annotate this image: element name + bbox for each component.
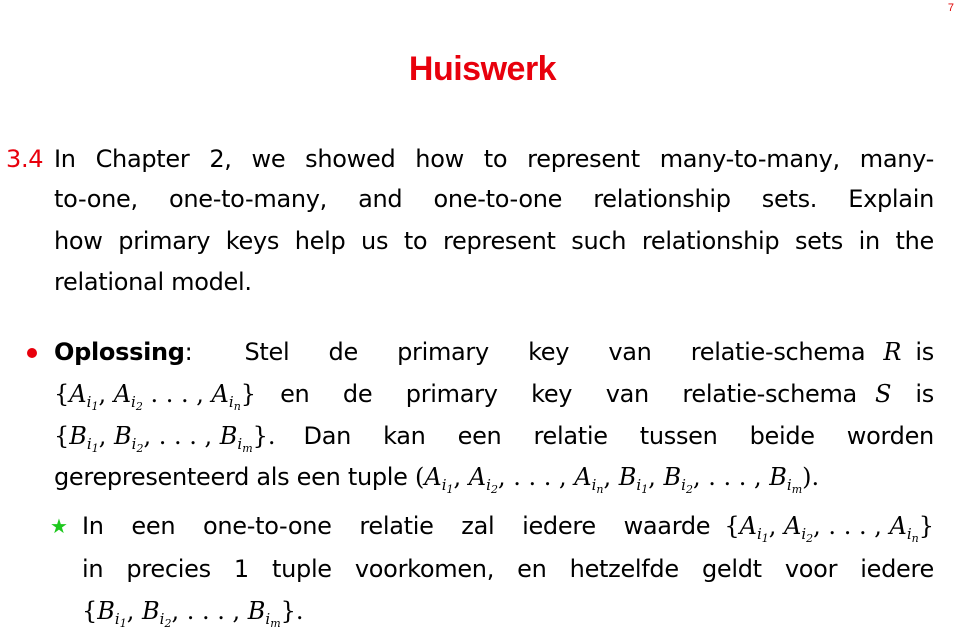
word: tussen bbox=[639, 422, 718, 450]
word: van bbox=[608, 338, 652, 366]
note-line1-words: In een one-to-one relatie zal iedere waarde bbox=[82, 511, 711, 541]
word: een bbox=[131, 512, 176, 540]
solution-line-2: {Ai1, Ai2 . . . , Ain} en de primary key van… bbox=[54, 379, 934, 413]
star-icon: ★ bbox=[50, 514, 68, 538]
word: primary bbox=[405, 380, 498, 408]
A-key-set: {Ai1, Ai2 . . . , Ain} bbox=[54, 380, 257, 413]
word: relatie-schema bbox=[682, 380, 857, 408]
word: zal bbox=[461, 512, 495, 540]
word: relatie bbox=[533, 422, 608, 450]
solution-label: Oplossing bbox=[54, 338, 185, 366]
solution-label-colon: : bbox=[184, 338, 193, 366]
note-line-1: In een one-to-one relatie zal iedere waarde {A… bbox=[82, 511, 934, 545]
solution-line-1: Oplossing: Stel de primary key van relatie-sc… bbox=[54, 337, 934, 367]
word: iedere bbox=[522, 512, 596, 540]
word: de bbox=[342, 380, 373, 408]
word: In bbox=[82, 512, 104, 540]
exercise-number: 3.4 bbox=[6, 145, 44, 173]
solution-is-2: is bbox=[915, 380, 934, 408]
word: kan bbox=[383, 422, 426, 450]
note-line-3: {Bi1, Bi2, . . . , Bim}. bbox=[82, 596, 304, 630]
word: een bbox=[457, 422, 502, 450]
bullet-icon bbox=[27, 348, 37, 358]
word: Stel bbox=[244, 338, 290, 366]
word: de bbox=[328, 338, 359, 366]
A-value-set: {Ai1, Ai2, . . . , Ain} bbox=[724, 512, 934, 545]
exercise-line-1: In Chapter 2, we showed how to represent… bbox=[54, 145, 934, 173]
page-number: 7 bbox=[947, 2, 954, 14]
relation-R: R bbox=[883, 338, 902, 366]
word: primary bbox=[397, 338, 489, 366]
word: worden bbox=[846, 422, 934, 450]
exercise-line-4: relational model. bbox=[54, 268, 252, 296]
word: beide bbox=[749, 422, 815, 450]
solution-is-1: is bbox=[915, 338, 934, 366]
word: relatie bbox=[359, 512, 434, 540]
solution-text-1: Stel de primary key van relatie-schema R bbox=[244, 337, 901, 367]
word: waarde bbox=[623, 512, 711, 540]
word: one-to-one bbox=[202, 512, 332, 540]
word: Dan bbox=[303, 422, 352, 450]
solution-line3-words: Dan kan een relatie tussen beide worden bbox=[303, 421, 935, 451]
word: key bbox=[528, 338, 570, 366]
exercise-line-3: how primary keys help us to represent su… bbox=[54, 227, 934, 255]
note-line-2: in precies 1 tuple voorkomen, en hetzelf… bbox=[82, 555, 934, 583]
solution-line-4: gerepresenteerd als een tuple (Ai1, Ai2,… bbox=[54, 462, 820, 496]
B-value-set: {Bi1, Bi2, . . . , Bim}. bbox=[82, 597, 304, 630]
relation-S: S bbox=[874, 380, 892, 408]
solution-line-3: {Bi1, Bi2, . . . , Bim}. Dan kan een relati… bbox=[54, 421, 935, 455]
solution-line4-text: gerepresenteerd als een tuple bbox=[54, 463, 408, 491]
B-key-set: {Bi1, Bi2, . . . , Bim}. bbox=[54, 422, 276, 455]
slide-title: Huiswerk bbox=[408, 50, 557, 88]
solution-label-group: Oplossing: bbox=[54, 337, 193, 367]
exercise-line-2: to-one, one-to-many, and one-to-one rela… bbox=[54, 185, 934, 213]
solution-line2-words: en de primary key van relatie-schema bbox=[280, 379, 857, 409]
word: en bbox=[280, 380, 310, 408]
solution-line1-words: Stel de primary key van relatie-schema bbox=[244, 337, 865, 367]
word: relatie-schema bbox=[690, 338, 866, 366]
tuple-expression: (Ai1, Ai2, . . . , Ain, Bi1, Bi2, . . . … bbox=[415, 463, 820, 496]
word: key bbox=[531, 380, 573, 408]
word: van bbox=[605, 380, 650, 408]
